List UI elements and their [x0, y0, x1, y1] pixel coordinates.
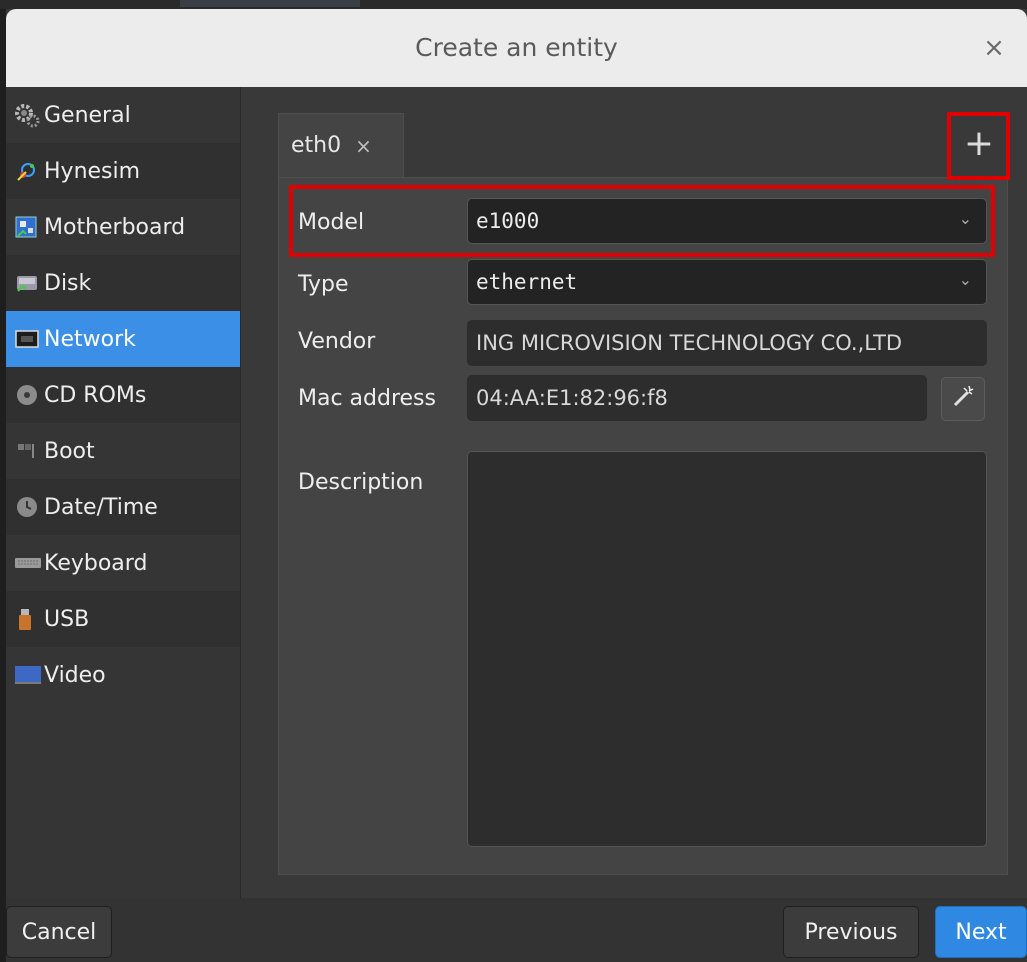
chevron-down-icon: ⌄	[958, 209, 972, 228]
usb-icon	[14, 606, 44, 632]
sidebar-item-date-time[interactable]: Date/Time	[6, 479, 240, 535]
sidebar-item-video[interactable]: Video	[6, 647, 240, 703]
mac-address-value: 04:AA:E1:82:96:f8	[476, 386, 668, 410]
sidebar-item-boot[interactable]: Boot	[6, 423, 240, 479]
network-settings-panel: eth0 × + Model e1000 ⌄ Type ethernet ⌄ V…	[241, 87, 1027, 898]
vendor-value: ING MICROVISION TECHNOLOGY CO.,LTD	[476, 331, 903, 355]
background-window-strip	[0, 0, 1027, 9]
hynesim-icon	[14, 158, 44, 184]
title-bar: Create an entity ×	[6, 9, 1027, 87]
sidebar-item-label: CD ROMs	[44, 382, 147, 408]
sidebar-item-label: Hynesim	[44, 158, 141, 184]
description-label: Description	[298, 470, 424, 495]
tab-eth0[interactable]: eth0 ×	[278, 113, 404, 177]
sidebar-item-cd-roms[interactable]: CD ROMs	[6, 367, 240, 423]
dialog-footer: Cancel Previous Next	[6, 898, 1027, 962]
motherboard-icon	[14, 214, 44, 240]
sidebar-item-keyboard[interactable]: Keyboard	[6, 535, 240, 591]
keyboard-icon	[14, 550, 44, 576]
type-label: Type	[298, 272, 349, 297]
description-textarea[interactable]	[467, 451, 987, 847]
vendor-field[interactable]: ING MICROVISION TECHNOLOGY CO.,LTD	[467, 320, 987, 366]
previous-button[interactable]: Previous	[783, 906, 919, 958]
model-combobox[interactable]: e1000 ⌄	[467, 198, 987, 244]
chevron-down-icon: ⌄	[958, 270, 972, 289]
clock-icon	[14, 494, 44, 520]
dialog-title: Create an entity	[415, 33, 618, 62]
sidebar-item-label: Boot	[44, 438, 95, 464]
model-value: e1000	[476, 209, 540, 233]
cancel-button[interactable]: Cancel	[6, 906, 112, 958]
sidebar-item-general[interactable]: General	[6, 87, 240, 143]
mac-address-field[interactable]: 04:AA:E1:82:96:f8	[467, 375, 927, 421]
sidebar-item-disk[interactable]: Disk	[6, 255, 240, 311]
sidebar-item-label: Video	[44, 662, 106, 688]
sidebar-item-label: Date/Time	[44, 494, 158, 520]
model-label: Model	[298, 210, 365, 235]
add-interface-button[interactable]: +	[953, 117, 1005, 173]
create-entity-dialog: Create an entity × General Hynesim Mothe…	[6, 9, 1027, 962]
disk-icon	[14, 270, 44, 296]
generate-mac-button[interactable]	[941, 377, 985, 421]
gears-icon	[14, 102, 44, 128]
sidebar-item-label: General	[44, 102, 131, 128]
close-icon[interactable]: ×	[979, 33, 1009, 63]
next-button[interactable]: Next	[935, 906, 1027, 958]
boot-icon	[14, 438, 44, 464]
sidebar-item-hynesim[interactable]: Hynesim	[6, 143, 240, 199]
sidebar-item-label: Network	[44, 326, 136, 352]
close-tab-icon[interactable]: ×	[355, 134, 372, 158]
sidebar-item-motherboard[interactable]: Motherboard	[6, 199, 240, 255]
network-card-icon	[14, 326, 44, 352]
sidebar-item-label: USB	[44, 606, 90, 632]
tab-label: eth0	[291, 133, 342, 158]
cdrom-icon	[14, 382, 44, 408]
sidebar-item-usb[interactable]: USB	[6, 591, 240, 647]
monitor-icon	[14, 662, 44, 688]
mac-address-label: Mac address	[298, 386, 436, 411]
sidebar-item-network[interactable]: Network	[6, 311, 240, 367]
sidebar-item-label: Motherboard	[44, 214, 186, 240]
sidebar-item-label: Disk	[44, 270, 92, 296]
type-value: ethernet	[476, 270, 578, 294]
sidebar-item-label: Keyboard	[44, 550, 148, 576]
vendor-label: Vendor	[298, 329, 376, 354]
type-combobox[interactable]: ethernet ⌄	[467, 259, 987, 305]
magic-wand-icon	[950, 383, 976, 415]
category-sidebar: General Hynesim Motherboard Disk Network	[6, 87, 240, 898]
background-window-peek	[180, 0, 360, 7]
